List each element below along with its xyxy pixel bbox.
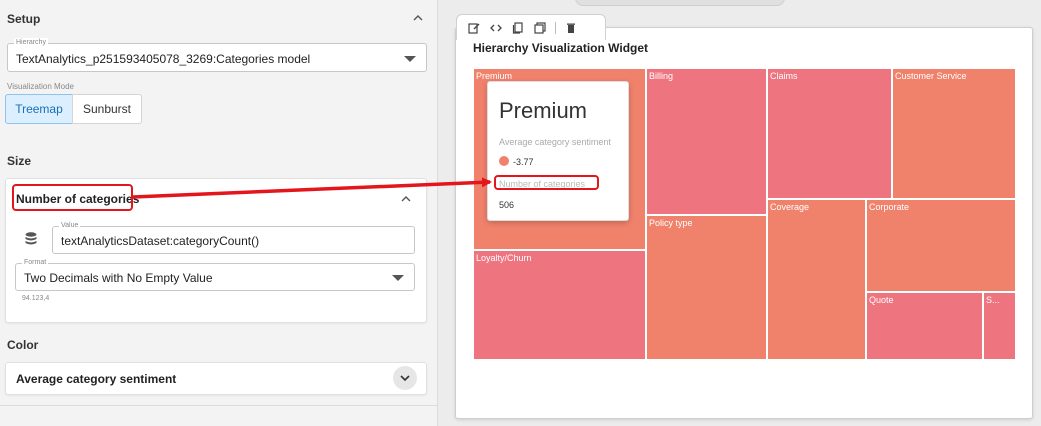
- dropdown-arrow-icon: [392, 275, 404, 281]
- tile-label: Customer Service: [895, 71, 967, 81]
- annotation-highlight-size-title: [12, 184, 133, 211]
- format-example: 94.123,4: [22, 295, 50, 302]
- format-select[interactable]: Format Two Decimals with No Empty Value: [15, 258, 415, 291]
- treemap-tile-coverage[interactable]: Coverage: [767, 199, 866, 360]
- treemap-tile-claims[interactable]: Claims: [767, 68, 892, 199]
- tile-label: Premium: [476, 71, 513, 81]
- format-legend: Format: [22, 258, 49, 268]
- setup-collapse-button[interactable]: [409, 9, 427, 27]
- treemap-tile-customer-service[interactable]: Customer Service: [892, 68, 1016, 199]
- tile-label: Quote: [869, 295, 894, 305]
- edit-icon[interactable]: [463, 17, 485, 39]
- treemap-tooltip: Premium Average category sentiment -3.77…: [487, 81, 629, 221]
- tooltip-title: Premium: [499, 98, 588, 123]
- tile-label: Claims: [770, 71, 798, 81]
- treemap-tile-s[interactable]: S...: [983, 292, 1016, 360]
- hierarchy-legend: Hierarchy: [14, 38, 48, 48]
- widget-toolbar: [456, 14, 606, 40]
- size-collapse-button[interactable]: [397, 190, 415, 208]
- treemap-tile-billing[interactable]: Billing: [646, 68, 767, 215]
- tile-label: Loyalty/Churn: [476, 253, 532, 263]
- format-value: Two Decimals with No Empty Value: [24, 271, 213, 285]
- value-legend: Value: [59, 221, 81, 231]
- tile-label: Corporate: [869, 202, 910, 212]
- tooltip-sentiment-label: Average category sentiment: [499, 137, 611, 147]
- chevron-up-icon: [413, 15, 423, 21]
- color-expand-button[interactable]: [393, 366, 417, 390]
- duplicate-icon[interactable]: [529, 17, 551, 39]
- tooltip-sentiment-value: -3.77: [513, 157, 534, 167]
- annotation-highlight-tooltip-label: [494, 175, 599, 190]
- dropdown-arrow-icon: [404, 56, 416, 62]
- hierarchy-select[interactable]: Hierarchy TextAnalytics_p251593405078_32…: [7, 38, 427, 72]
- tile-label: Policy type: [649, 218, 693, 228]
- chevron-up-icon: [401, 196, 411, 202]
- code-icon[interactable]: [485, 17, 507, 39]
- tile-label: Coverage: [770, 202, 810, 212]
- copy-icon[interactable]: [507, 17, 529, 39]
- delete-icon[interactable]: [560, 17, 582, 39]
- value-text: textAnalyticsDataset:categoryCount(): [61, 234, 260, 248]
- treemap-tile-corporate[interactable]: Corporate: [866, 199, 1016, 292]
- value-input[interactable]: Value textAnalyticsDataset:categoryCount…: [52, 221, 415, 254]
- configuration-panel: Setup Hierarchy TextAnalytics_p251593405…: [0, 0, 438, 426]
- treemap-tile-policy-type[interactable]: Policy type: [646, 215, 767, 360]
- sentiment-color-dot: [499, 156, 509, 166]
- toolbar-separator: [555, 21, 556, 34]
- database-icon: [24, 231, 40, 247]
- tile-label: S...: [986, 295, 1000, 305]
- tooltip-count-value: 506: [499, 200, 515, 210]
- tile-label: Billing: [649, 71, 674, 81]
- treemap-toggle-button[interactable]: Treemap: [5, 94, 73, 124]
- top-tab-bar: [575, 0, 785, 6]
- chevron-down-icon: [400, 375, 410, 382]
- treemap-tile-quote[interactable]: Quote: [866, 292, 983, 360]
- setup-section-title: Setup: [7, 12, 41, 26]
- widget-title: Hierarchy Visualization Widget: [473, 41, 649, 55]
- visualization-mode-label: Visualization Mode: [7, 82, 75, 91]
- sunburst-toggle-button[interactable]: Sunburst: [72, 94, 142, 124]
- color-section-title: Color: [7, 338, 39, 352]
- size-section-title: Size: [7, 154, 32, 168]
- treemap-tile-loyalty-churn[interactable]: Loyalty/Churn: [473, 250, 646, 360]
- average-category-sentiment-title: Average category sentiment: [16, 372, 177, 386]
- panel-divider: [0, 405, 438, 406]
- hierarchy-value: TextAnalytics_p251593405078_3269:Categor…: [16, 52, 311, 66]
